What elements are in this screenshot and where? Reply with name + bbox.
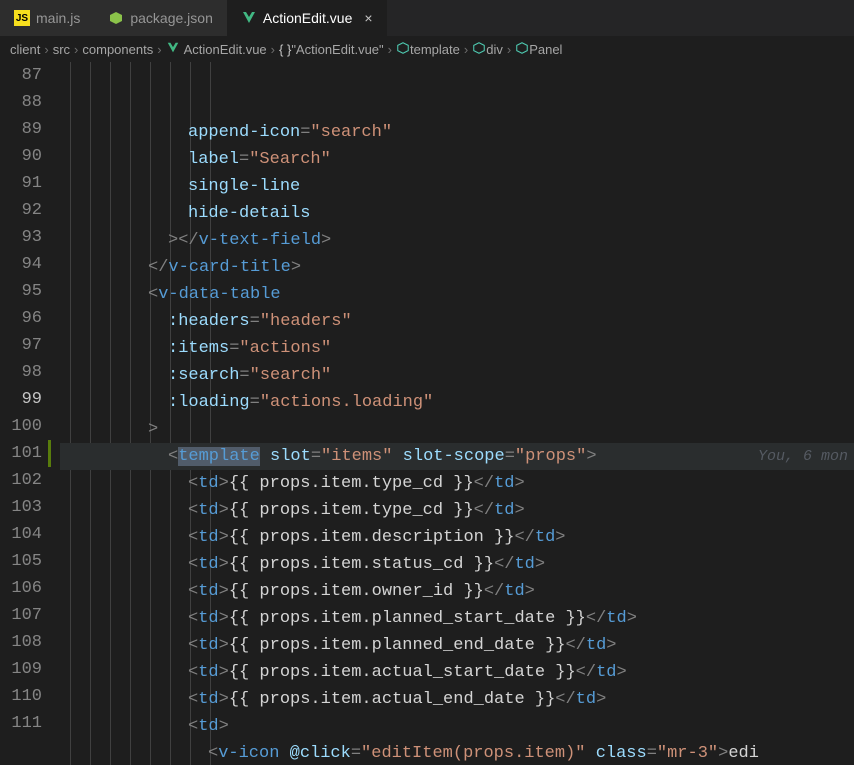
line-number: 108 xyxy=(0,629,42,656)
code-line[interactable]: :loading="actions.loading" xyxy=(60,389,854,416)
breadcrumb[interactable]: client › src › components › ActionEdit.v… xyxy=(0,36,854,62)
code-line[interactable]: <td>{{ props.item.planned_end_date }}</t… xyxy=(60,632,854,659)
code-line[interactable]: <td>{{ props.item.type_cd }}</td> xyxy=(60,470,854,497)
code-line[interactable]: <v-icon @click="editItem(props.item)" cl… xyxy=(60,740,854,765)
line-number: 94 xyxy=(0,251,42,278)
code-line[interactable]: single-line xyxy=(60,173,854,200)
tab-label: package.json xyxy=(130,10,213,26)
code-line[interactable]: :search="search" xyxy=(60,362,854,389)
chevron-right-icon: › xyxy=(271,42,275,57)
modified-indicator xyxy=(48,440,51,467)
line-number: 104 xyxy=(0,521,42,548)
code-line[interactable]: <template slot="items" slot-scope="props… xyxy=(60,443,854,470)
tab-package-json[interactable]: package.json xyxy=(94,0,227,36)
code-line[interactable]: <td>{{ props.item.actual_start_date }}</… xyxy=(60,659,854,686)
line-number: 103 xyxy=(0,494,42,521)
line-number: 88 xyxy=(0,89,42,116)
line-number: 89 xyxy=(0,116,42,143)
brace-icon: { } xyxy=(279,42,291,57)
code-line[interactable]: <td>{{ props.item.planned_start_date }}<… xyxy=(60,605,854,632)
vue-file-icon xyxy=(166,41,180,58)
tab-main-js[interactable]: JS main.js xyxy=(0,0,94,36)
line-number: 95 xyxy=(0,278,42,305)
line-number: 106 xyxy=(0,575,42,602)
code-line[interactable]: label="Search" xyxy=(60,146,854,173)
line-number: 102 xyxy=(0,467,42,494)
code-line[interactable]: <td> xyxy=(60,713,854,740)
breadcrumb-item[interactable]: src xyxy=(53,42,70,57)
code-line[interactable]: <v-data-table xyxy=(60,281,854,308)
tab-label: main.js xyxy=(36,10,80,26)
breadcrumb-item[interactable]: ActionEdit.vue xyxy=(184,42,267,57)
line-number: 90 xyxy=(0,143,42,170)
code-line[interactable]: :headers="headers" xyxy=(60,308,854,335)
breadcrumb-item[interactable]: div xyxy=(486,42,503,57)
tab-label: ActionEdit.vue xyxy=(263,10,353,26)
code-line[interactable]: ></v-text-field> xyxy=(60,227,854,254)
line-number: 91 xyxy=(0,170,42,197)
chevron-right-icon: › xyxy=(388,42,392,57)
code-line[interactable]: <td>{{ props.item.status_cd }}</td> xyxy=(60,551,854,578)
code-line[interactable]: <td>{{ props.item.owner_id }}</td> xyxy=(60,578,854,605)
line-number: 98 xyxy=(0,359,42,386)
code-line[interactable]: <td>{{ props.item.description }}</td> xyxy=(60,524,854,551)
editor-body: 8788899091929394959697989910010110210310… xyxy=(0,62,854,765)
chevron-right-icon: › xyxy=(464,42,468,57)
line-number: 93 xyxy=(0,224,42,251)
git-blame-annotation: You, 6 mon xyxy=(758,443,848,470)
line-number: 110 xyxy=(0,683,42,710)
code-line[interactable]: <td>{{ props.item.actual_end_date }}</td… xyxy=(60,686,854,713)
editor-tabs: JS main.js package.json ActionEdit.vue × xyxy=(0,0,854,36)
line-number: 99 xyxy=(0,386,42,413)
code-line[interactable]: <td>{{ props.item.type_cd }}</td> xyxy=(60,497,854,524)
line-number-gutter[interactable]: 8788899091929394959697989910010110210310… xyxy=(0,62,60,765)
code-area[interactable]: append-icon="search"label="Search"single… xyxy=(60,62,854,765)
js-file-icon: JS xyxy=(14,10,30,26)
vue-file-icon xyxy=(241,10,257,26)
chevron-right-icon: › xyxy=(507,42,511,57)
tab-actionedit-vue[interactable]: ActionEdit.vue × xyxy=(227,0,387,36)
breadcrumb-item[interactable]: client xyxy=(10,42,40,57)
json-file-icon xyxy=(108,10,124,26)
line-number: 107 xyxy=(0,602,42,629)
code-line[interactable]: :items="actions" xyxy=(60,335,854,362)
code-line[interactable]: append-icon="search" xyxy=(60,119,854,146)
line-number: 100 xyxy=(0,413,42,440)
line-number: 101 xyxy=(0,440,42,467)
line-number: 96 xyxy=(0,305,42,332)
breadcrumb-item[interactable]: template xyxy=(410,42,460,57)
chevron-right-icon: › xyxy=(44,42,48,57)
line-number: 97 xyxy=(0,332,42,359)
line-number: 111 xyxy=(0,710,42,737)
breadcrumb-item[interactable]: components xyxy=(82,42,153,57)
code-line[interactable]: hide-details xyxy=(60,200,854,227)
code-line[interactable]: > xyxy=(60,416,854,443)
cube-icon xyxy=(472,41,486,58)
chevron-right-icon: › xyxy=(157,42,161,57)
breadcrumb-item[interactable]: Panel xyxy=(529,42,562,57)
line-number: 105 xyxy=(0,548,42,575)
code-line[interactable]: </v-card-title> xyxy=(60,254,854,281)
close-icon[interactable]: × xyxy=(364,10,372,26)
breadcrumb-item[interactable]: "ActionEdit.vue" xyxy=(291,42,383,57)
line-number: 109 xyxy=(0,656,42,683)
cube-icon xyxy=(515,41,529,58)
cube-icon xyxy=(396,41,410,58)
line-number: 87 xyxy=(0,62,42,89)
line-number: 92 xyxy=(0,197,42,224)
chevron-right-icon: › xyxy=(74,42,78,57)
